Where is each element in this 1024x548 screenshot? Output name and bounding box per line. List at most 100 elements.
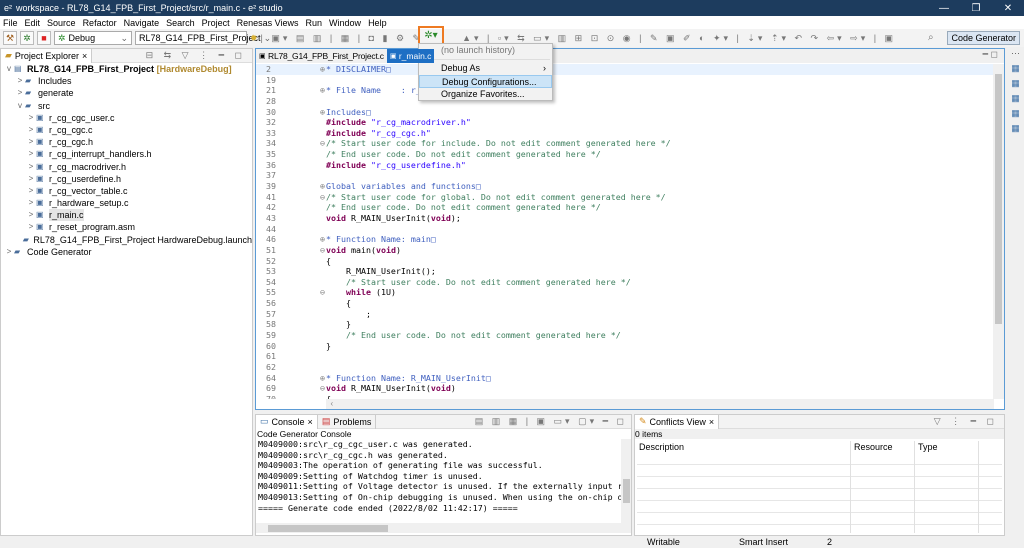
console-vscroll[interactable]	[621, 439, 631, 523]
expand-toggle[interactable]: >	[26, 148, 36, 160]
menu-item-organize-favorites[interactable]: Organize Favorites...	[419, 88, 552, 101]
fold-toggle[interactable]	[282, 362, 326, 373]
tree-item[interactable]: > ▣ r_cg_cgc_user.c	[1, 112, 252, 124]
fold-toggle[interactable]	[282, 351, 326, 362]
debug-launch-icon[interactable]: ✲	[20, 31, 34, 45]
fold-toggle[interactable]: ⊕	[282, 85, 326, 96]
console-hscroll[interactable]	[256, 523, 631, 533]
expand-toggle[interactable]: >	[26, 136, 36, 148]
search-icon[interactable]: ⌕	[928, 32, 934, 43]
fold-toggle[interactable]: ⊖	[282, 138, 326, 149]
fold-toggle[interactable]	[282, 256, 326, 267]
expand-toggle[interactable]: >	[26, 112, 36, 124]
trim-icon[interactable]: ▦	[1011, 93, 1020, 104]
menu-run[interactable]: Run	[306, 18, 323, 28]
console-output[interactable]: M0409000:src\r_cg_cgc_user.c was generat…	[256, 439, 621, 523]
tree-item[interactable]: > ▣ r_cg_userdefine.h	[1, 173, 252, 185]
trim-icon[interactable]: ▦	[1011, 78, 1020, 89]
fold-toggle[interactable]	[282, 128, 326, 139]
fold-toggle[interactable]	[282, 149, 326, 160]
tab-console[interactable]: ▭ Console ×	[256, 414, 318, 429]
menu-item-debug-configurations[interactable]: Debug Configurations...	[419, 75, 552, 88]
console-toolbar-icons[interactable]: ▤ ▥ ▦ | ▣ ▭▾ ▢▾ ━ ◻	[475, 416, 627, 427]
tree-item[interactable]: > ▣ r_cg_interrupt_handlers.h	[1, 148, 252, 160]
menu-edit[interactable]: Edit	[25, 18, 41, 28]
fold-toggle[interactable]: ⊕	[282, 234, 326, 245]
fold-toggle[interactable]	[282, 330, 326, 341]
menu-help[interactable]: Help	[368, 18, 387, 28]
perspective-code-generator[interactable]: Code Generator	[947, 31, 1020, 45]
expand-toggle[interactable]: >	[15, 87, 25, 99]
fold-toggle[interactable]	[282, 224, 326, 235]
fold-toggle[interactable]	[282, 277, 326, 288]
expand-toggle[interactable]: >	[15, 75, 25, 87]
fold-toggle[interactable]: ⊖	[282, 192, 326, 203]
column-type[interactable]: Type	[914, 441, 978, 453]
menu-search[interactable]: Search	[166, 18, 195, 28]
maximize-button[interactable]: ❐	[960, 3, 992, 14]
tree-item[interactable]: > ▣ r_main.c	[1, 209, 252, 222]
fold-toggle[interactable]	[282, 309, 326, 320]
tree-item[interactable]: > ▣ r_cg_cgc.c	[1, 124, 252, 136]
trim-icon[interactable]: ▦	[1011, 108, 1020, 119]
fold-toggle[interactable]: ⊕	[282, 64, 326, 75]
fold-toggle[interactable]: ⊖	[282, 287, 326, 298]
toolbar-icons-right[interactable]: ▲▾ | ▫▾ ⇆ ▭▾ ▥ ⊞ ⊡ ⊙ ◉ | ✎ ▣ ✐ ◐ ✦▾ | ⇣▾…	[462, 33, 896, 44]
expand-toggle[interactable]: >	[4, 246, 14, 258]
fold-toggle[interactable]	[282, 160, 326, 171]
tree-item[interactable]: > ▰ generate	[1, 87, 252, 99]
editor-min-max-icons[interactable]: ━ ◻	[983, 49, 998, 63]
column-resource[interactable]: Resource	[850, 441, 914, 453]
tab-conflicts-view[interactable]: ✎ Conflicts View ×	[635, 414, 720, 429]
expand-toggle[interactable]: >	[26, 209, 36, 221]
fold-toggle[interactable]	[282, 298, 326, 309]
expand-toggle[interactable]: >	[26, 185, 36, 197]
menu-item-debug-as[interactable]: Debug As ›	[419, 62, 552, 75]
fold-toggle[interactable]	[282, 341, 326, 352]
expand-toggle[interactable]: >	[26, 173, 36, 185]
minimize-button[interactable]: —	[928, 3, 960, 14]
close-icon[interactable]: ×	[709, 417, 714, 427]
launch-config-select[interactable]: RL78_G14_FPB_First_Project ⌄	[135, 31, 271, 45]
trim-icon[interactable]: ▦	[1011, 123, 1020, 134]
fold-toggle[interactable]	[282, 394, 326, 399]
tree-item[interactable]: > ▣ r_cg_cgc.h	[1, 136, 252, 148]
fold-toggle[interactable]	[282, 213, 326, 224]
expand-toggle[interactable]: >	[26, 197, 36, 209]
fold-toggle[interactable]	[282, 96, 326, 107]
fold-toggle[interactable]: ⊕	[282, 181, 326, 192]
toolbar-icons[interactable]: | ▣▾ ▤ ▥ | ▦ | ◘ ▮ ⚙ ✎	[261, 33, 424, 44]
fold-toggle[interactable]: ⊕	[282, 373, 326, 384]
tree-item[interactable]: > ▣ r_reset_program.asm	[1, 221, 252, 233]
tree-item[interactable]: > ▣ r_cg_vector_table.c	[1, 185, 252, 197]
fold-toggle[interactable]	[282, 170, 326, 181]
expand-toggle[interactable]: >	[26, 161, 36, 173]
close-button[interactable]: ✕	[992, 3, 1024, 14]
settings-icon[interactable]: ✹	[250, 33, 258, 44]
stop-icon[interactable]: ■	[37, 31, 51, 45]
menu-project[interactable]: Project	[202, 18, 230, 28]
tab-project-c[interactable]: ▣ RL78_G14_FPB_First_Project.c	[256, 49, 387, 63]
tab-problems[interactable]: ▤ Problems	[318, 414, 377, 429]
fold-toggle[interactable]	[282, 117, 326, 128]
tree-item[interactable]: > ▰ Code Generator	[1, 246, 252, 258]
expand-toggle[interactable]: >	[26, 221, 36, 233]
fold-toggle[interactable]	[282, 75, 326, 86]
view-toolbar-icons[interactable]: ⊟ ⇆ ▽ ⋮ ━ ◻	[146, 50, 246, 61]
conflicts-toolbar-icons[interactable]: ▽ ⋮ ━ ◻	[934, 416, 998, 427]
fold-toggle[interactable]	[282, 319, 326, 330]
close-icon[interactable]: ×	[308, 417, 313, 427]
trim-icon[interactable]: ⋯	[1011, 48, 1020, 59]
vertical-scrollbar[interactable]	[993, 64, 1004, 399]
menu-refactor[interactable]: Refactor	[83, 18, 117, 28]
tree-item[interactable]: > ▣ r_cg_macrodriver.h	[1, 161, 252, 173]
menu-navigate[interactable]: Navigate	[124, 18, 160, 28]
fold-toggle[interactable]: ⊖	[282, 245, 326, 256]
horizontal-scrollbar[interactable]: ‹	[326, 399, 994, 409]
tree-item[interactable]: > ▰ Includes	[1, 75, 252, 87]
tree-item[interactable]: ▰ RL78_G14_FPB_First_Project HardwareDebu…	[1, 234, 252, 246]
menu-file[interactable]: File	[3, 18, 18, 28]
expand-toggle[interactable]: v	[15, 100, 25, 112]
fold-toggle[interactable]: ⊖	[282, 383, 326, 394]
menu-window[interactable]: Window	[329, 18, 361, 28]
